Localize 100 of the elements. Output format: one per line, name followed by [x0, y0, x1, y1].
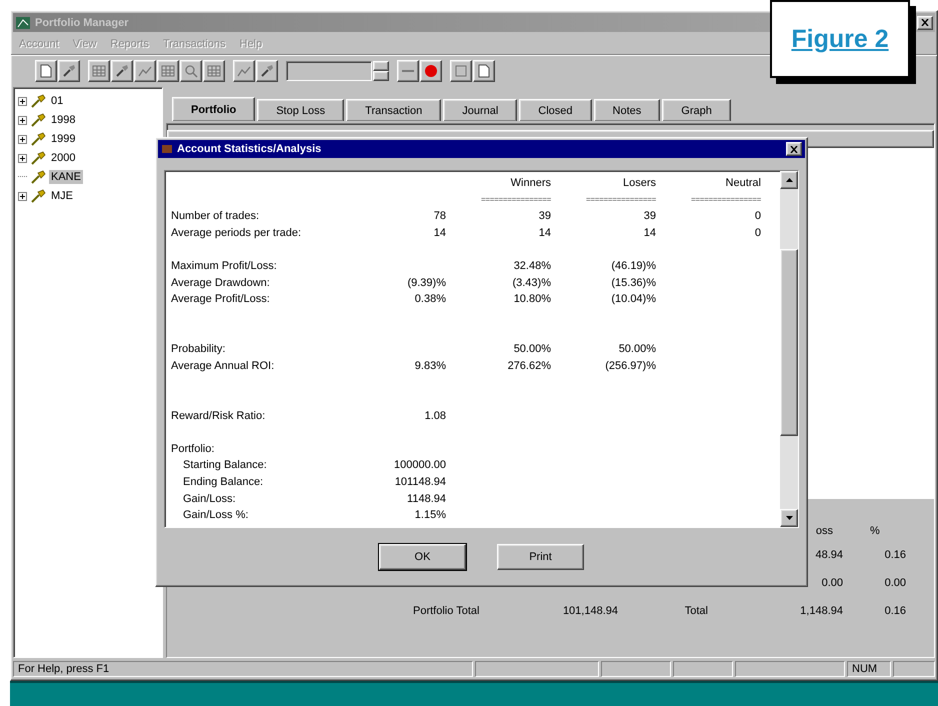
toolbar-button[interactable] [397, 60, 419, 82]
column-rule: ================ [585, 195, 656, 204]
stat-value: (256.97)% [604, 360, 656, 372]
stat-label: Starting Balance: [182, 459, 268, 472]
key-icon [30, 94, 46, 108]
stat-value: 0 [754, 227, 761, 240]
scrollbar[interactable] [780, 171, 798, 527]
tab[interactable]: Stop Loss [257, 99, 344, 121]
status-message: For Help, press F1 [13, 661, 473, 677]
stat-value: (15.36)% [610, 276, 656, 289]
stat-label: Gain/Loss %: [182, 509, 250, 522]
stat-label: Average periods per trade: [171, 227, 302, 240]
down-arrow-icon [786, 516, 792, 520]
stat-value: 100000.00 [393, 459, 446, 472]
stat-value: 276.62% [506, 360, 551, 372]
column-rule: ================ [480, 195, 551, 204]
stat-value: 1.08 [424, 410, 446, 422]
toolbar-button[interactable] [420, 60, 442, 82]
tab[interactable]: Graph [662, 99, 731, 121]
toolbar-button[interactable] [180, 60, 202, 82]
close-button[interactable] [786, 142, 802, 156]
stat-label: Reward/Risk Ratio: [171, 410, 266, 422]
key-icon [30, 189, 46, 203]
toolbar-button[interactable] [203, 60, 225, 82]
spin-control[interactable] [373, 61, 389, 81]
stat-value: 0.38% [414, 293, 446, 306]
toolbar-button[interactable] [58, 60, 80, 82]
table-cell-text: 0.16 [884, 549, 907, 561]
key-icon [30, 170, 46, 184]
record-icon [424, 64, 438, 78]
stat-value: 14 [642, 227, 656, 240]
tree-item[interactable]: 1998 [49, 113, 78, 127]
column-header: Winners [510, 177, 551, 190]
table-cell-text: 0.16 [884, 605, 907, 617]
stat-label: Probability: [171, 343, 226, 356]
stat-value: 14 [432, 227, 446, 240]
key-icon [30, 151, 46, 165]
close-icon [790, 146, 798, 152]
expand-icon[interactable] [18, 134, 27, 144]
tree-item[interactable]: 2000 [49, 151, 78, 165]
tab[interactable]: Journal [443, 99, 518, 121]
key-icon [30, 132, 46, 146]
stat-value: 0 [754, 210, 761, 222]
table-cell-text: 101,148.94 [562, 605, 619, 617]
tab[interactable]: Portfolio [172, 97, 256, 121]
grid-icon [92, 65, 106, 77]
toolbar-button[interactable] [35, 60, 57, 82]
table-cell-text: 1,148.94 [799, 605, 844, 617]
toolbar-button[interactable] [134, 60, 156, 82]
close-icon [921, 19, 929, 26]
dialog-title: Account Statistics/Analysis [177, 143, 322, 155]
toolbar-button[interactable] [111, 60, 133, 82]
tab[interactable]: Notes [594, 99, 660, 121]
stat-label: Maximum Profit/Loss: [171, 260, 278, 272]
page-icon [478, 64, 490, 78]
tree-item[interactable]: KANE [49, 170, 83, 184]
tab[interactable]: Transaction [346, 99, 442, 121]
stat-value: (9.39)% [406, 276, 446, 289]
tab[interactable]: Closed [519, 99, 592, 121]
stat-value: 1.15% [414, 509, 446, 522]
stat-group-label: Portfolio: [171, 442, 216, 455]
stat-value: 50.00% [618, 343, 656, 356]
tree-item[interactable]: 01 [49, 94, 66, 108]
stat-value: (10.04)% [610, 293, 656, 306]
chart-icon [138, 65, 152, 77]
frame-icon [455, 65, 467, 77]
toolbar-button[interactable] [473, 60, 495, 82]
total-label: Total [684, 605, 709, 617]
close-button[interactable] [917, 16, 933, 30]
toolbar-button[interactable] [157, 60, 179, 82]
scroll-thumb[interactable] [780, 249, 798, 436]
stat-value: 50.00% [512, 343, 551, 356]
stat-label: Ending Balance: [182, 476, 264, 488]
window-title: Portfolio Manager [35, 16, 130, 28]
toolbar-button[interactable] [88, 60, 110, 82]
expand-icon[interactable] [18, 154, 27, 162]
dialog-button[interactable]: Print [497, 544, 584, 570]
stat-label: Average Drawdown: [171, 276, 271, 289]
status-indicator: NUM [847, 661, 891, 677]
stat-value: 101148.94 [394, 476, 446, 488]
magnifier-icon [184, 64, 198, 78]
tree-item[interactable]: MJE [49, 189, 75, 203]
app-icon [161, 143, 173, 155]
expand-icon[interactable] [18, 96, 27, 106]
key-icon [30, 113, 46, 127]
tree-item[interactable]: 1999 [49, 132, 78, 146]
toolbar-button[interactable] [256, 60, 278, 82]
toolbar-button[interactable] [233, 60, 255, 82]
column-header: oss [814, 525, 834, 537]
key-icon [260, 64, 274, 78]
expand-icon[interactable] [18, 116, 27, 124]
stat-value: 10.80% [512, 293, 551, 306]
expand-icon[interactable] [18, 192, 27, 200]
table-cell-text: 0.00 [884, 577, 907, 589]
date-field[interactable] [286, 61, 372, 81]
status-panel [601, 661, 671, 677]
column-header: Neutral [724, 177, 761, 190]
toolbar-button[interactable] [450, 60, 472, 82]
minus-icon [402, 69, 414, 73]
dialog-button[interactable]: OK [379, 544, 466, 570]
